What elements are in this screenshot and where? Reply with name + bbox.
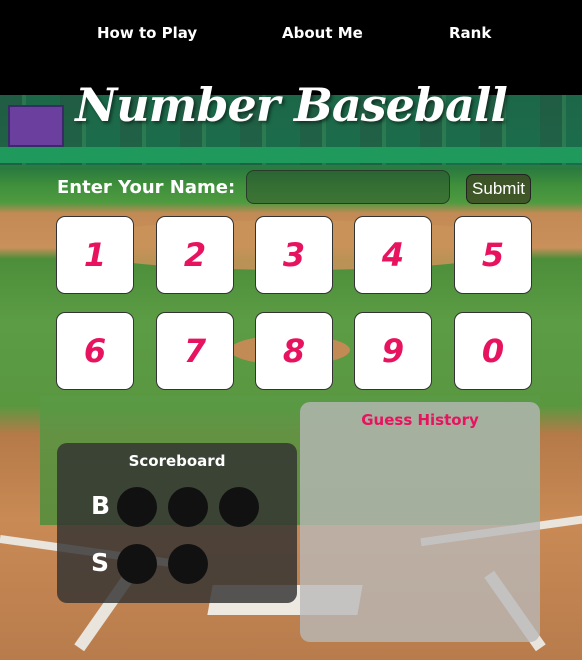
scoreboard-title: Scoreboard (128, 452, 226, 470)
scoreboard: Scoreboard B S (57, 443, 297, 603)
balls-label: B (91, 491, 111, 520)
page-title: Number Baseball (75, 78, 508, 132)
strikes-label: S (91, 548, 110, 577)
nav-how-to-play[interactable]: How to Play (97, 24, 197, 42)
guess-history-panel: Guess History (300, 402, 540, 642)
number-button-8[interactable]: 8 (255, 312, 333, 390)
outfield-wall (0, 147, 582, 163)
ball-indicator (117, 487, 157, 527)
name-label: Enter Your Name: (57, 177, 236, 198)
submit-button[interactable]: Submit (466, 174, 531, 204)
number-button-9[interactable]: 9 (354, 312, 432, 390)
number-button-5[interactable]: 5 (454, 216, 532, 294)
number-button-6[interactable]: 6 (56, 312, 134, 390)
number-button-3[interactable]: 3 (255, 216, 333, 294)
nav-about-me[interactable]: About Me (282, 24, 363, 42)
ball-indicator (219, 487, 259, 527)
nav-rank[interactable]: Rank (449, 24, 491, 42)
strike-indicator (168, 544, 208, 584)
number-button-1[interactable]: 1 (56, 216, 134, 294)
name-input[interactable] (246, 170, 450, 204)
guess-history-title: Guess History (361, 411, 479, 429)
ball-indicator (168, 487, 208, 527)
number-button-7[interactable]: 7 (156, 312, 234, 390)
number-button-2[interactable]: 2 (156, 216, 234, 294)
number-button-4[interactable]: 4 (354, 216, 432, 294)
number-button-0[interactable]: 0 (454, 312, 532, 390)
strike-indicator (117, 544, 157, 584)
